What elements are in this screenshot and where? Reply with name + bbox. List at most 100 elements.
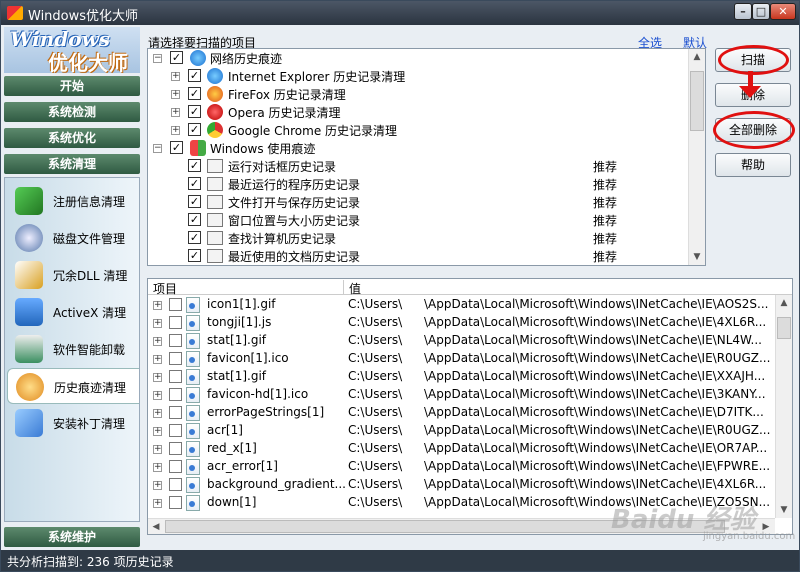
result-row[interactable]: + tongji[1].js C:\Users\ \AppData\Local\Mic…: [148, 314, 773, 332]
checkbox[interactable]: [169, 388, 182, 401]
expand-toggle[interactable]: +: [171, 90, 180, 99]
nav-item-disk[interactable]: 磁盘文件管理: [7, 220, 139, 256]
result-row[interactable]: + favicon-hd[1].ico C:\Users\ \AppData\Loca…: [148, 386, 773, 404]
tree-item[interactable]: ✓ 查找计算机历史记录 推荐: [148, 229, 688, 247]
results-vscrollbar[interactable]: ▲ ▼: [775, 295, 792, 518]
expand-toggle[interactable]: +: [153, 355, 162, 364]
expand-toggle[interactable]: +: [153, 499, 162, 508]
expand-toggle[interactable]: +: [153, 463, 162, 472]
nav-item-registry[interactable]: 注册信息清理: [7, 183, 139, 219]
checkbox[interactable]: ✓: [188, 105, 201, 118]
expand-toggle[interactable]: +: [153, 301, 162, 310]
result-row[interactable]: + acr[1] C:\Users\ \AppData\Local\Microsoft…: [148, 422, 773, 440]
tree-item[interactable]: ✓ 最近运行的程序历史记录 推荐: [148, 175, 688, 193]
nav-start[interactable]: 开始: [4, 76, 140, 96]
tree-item[interactable]: + ✓ Google Chrome 历史记录清理: [148, 121, 688, 139]
checkbox[interactable]: [169, 478, 182, 491]
nav-item-activex[interactable]: ActiveX 清理: [7, 294, 139, 330]
help-button[interactable]: 帮助: [715, 153, 791, 177]
result-user-path: C:\Users\: [348, 495, 403, 509]
tree-item[interactable]: − ✓ 网络历史痕迹: [148, 49, 688, 67]
checkbox[interactable]: [169, 406, 182, 419]
checkbox[interactable]: ✓: [188, 213, 201, 226]
scroll-thumb[interactable]: [690, 71, 704, 131]
tree-item[interactable]: − ✓ Windows 使用痕迹: [148, 139, 688, 157]
tree-item[interactable]: ✓ 文件打开与保存历史记录 推荐: [148, 193, 688, 211]
tree-item[interactable]: + ✓ Opera 历史记录清理: [148, 103, 688, 121]
expand-toggle[interactable]: +: [153, 319, 162, 328]
scroll-thumb[interactable]: [777, 317, 791, 339]
checkbox[interactable]: [169, 442, 182, 455]
app-icon: [7, 6, 23, 20]
close-button[interactable]: ✕: [770, 3, 796, 20]
checkbox[interactable]: [169, 460, 182, 473]
result-row[interactable]: + favicon[1].ico C:\Users\ \AppData\Local\M…: [148, 350, 773, 368]
expand-toggle[interactable]: −: [153, 144, 162, 153]
checkbox[interactable]: [169, 352, 182, 365]
result-user-path: C:\Users\: [348, 477, 403, 491]
checkbox[interactable]: [169, 424, 182, 437]
expand-toggle[interactable]: +: [171, 108, 180, 117]
scroll-down-arrow-icon[interactable]: ▼: [776, 502, 792, 518]
checkbox[interactable]: ✓: [188, 195, 201, 208]
nav-item-uninstall[interactable]: 软件智能卸载: [7, 331, 139, 367]
checkbox[interactable]: ✓: [170, 51, 183, 64]
result-row[interactable]: + icon1[1].gif C:\Users\ \AppData\Local\Mic…: [148, 296, 773, 314]
expand-toggle[interactable]: +: [153, 445, 162, 454]
expand-toggle[interactable]: +: [171, 72, 180, 81]
expand-toggle[interactable]: +: [153, 481, 162, 490]
tree-item[interactable]: + ✓ FireFox 历史记录清理: [148, 85, 688, 103]
expand-toggle[interactable]: +: [153, 409, 162, 418]
nav-system-optimize[interactable]: 系统优化: [4, 128, 140, 148]
nav-system-maintain[interactable]: 系统维护: [4, 527, 140, 547]
nav-item-history[interactable]: 历史痕迹清理: [7, 368, 139, 404]
minimize-button[interactable]: –: [734, 3, 752, 20]
expand-toggle[interactable]: +: [153, 391, 162, 400]
expand-toggle[interactable]: +: [171, 126, 180, 135]
expand-toggle[interactable]: +: [153, 337, 162, 346]
checkbox[interactable]: ✓: [188, 177, 201, 190]
nav-system-check[interactable]: 系统检测: [4, 102, 140, 122]
column-item-header[interactable]: 项目: [153, 280, 177, 297]
scroll-up-arrow-icon[interactable]: ▲: [776, 295, 792, 311]
tree-item-label: Opera 历史记录清理: [228, 106, 341, 120]
checkbox[interactable]: ✓: [188, 249, 201, 262]
result-path: \AppData\Local\Microsoft\Windows\INetCac…: [424, 405, 764, 419]
nav-item-dll[interactable]: 冗余DLL 清理: [7, 257, 139, 293]
maximize-button[interactable]: □: [752, 3, 770, 20]
expand-toggle[interactable]: +: [153, 427, 162, 436]
checkbox[interactable]: [169, 370, 182, 383]
recommended-tag: 推荐: [593, 232, 618, 246]
checkbox[interactable]: ✓: [188, 69, 201, 82]
checkbox[interactable]: [169, 316, 182, 329]
result-row[interactable]: + stat[1].gif C:\Users\ \AppData\Local\Micr…: [148, 368, 773, 386]
scroll-up-arrow-icon[interactable]: ▲: [689, 49, 705, 65]
checkbox[interactable]: ✓: [188, 159, 201, 172]
nav-item-label: 注册信息清理: [53, 195, 126, 209]
checkbox[interactable]: [169, 496, 182, 509]
tree-item[interactable]: + ✓ Internet Explorer 历史记录清理: [148, 67, 688, 85]
expand-toggle[interactable]: −: [153, 54, 162, 63]
tree-item[interactable]: ✓ 运行对话框历史记录 推荐: [148, 157, 688, 175]
result-row[interactable]: + errorPageStrings[1] C:\Users\ \AppData\Lo…: [148, 404, 773, 422]
checkbox[interactable]: ✓: [188, 231, 201, 244]
result-row[interactable]: + acr_error[1] C:\Users\ \AppData\Local\Mic…: [148, 458, 773, 476]
checkbox[interactable]: ✓: [188, 87, 201, 100]
checkbox[interactable]: [169, 334, 182, 347]
checkbox[interactable]: [169, 298, 182, 311]
result-row[interactable]: + red_x[1] C:\Users\ \AppData\Local\Microso…: [148, 440, 773, 458]
tree-scrollbar[interactable]: ▲ ▼: [688, 49, 705, 265]
column-value-header[interactable]: 值: [349, 280, 361, 297]
checkbox[interactable]: ✓: [188, 123, 201, 136]
nav-item-patch[interactable]: 安装补丁清理: [7, 405, 139, 441]
scroll-down-arrow-icon[interactable]: ▼: [689, 249, 705, 265]
checkbox[interactable]: ✓: [170, 141, 183, 154]
expand-toggle[interactable]: +: [153, 373, 162, 382]
nav-system-clean[interactable]: 系统清理: [4, 154, 140, 174]
scroll-left-arrow-icon[interactable]: ◀: [148, 519, 164, 534]
result-row[interactable]: + stat[1].gif C:\Users\ \AppData\Local\Micr…: [148, 332, 773, 350]
result-row[interactable]: + background_gradient... C:\Users\ \AppData…: [148, 476, 773, 494]
tree-item[interactable]: ✓ 窗口位置与大小历史记录 推荐: [148, 211, 688, 229]
tree-item[interactable]: ✓ 最近使用的文档历史记录 推荐: [148, 247, 688, 265]
result-name: background_gradient...: [207, 477, 346, 491]
